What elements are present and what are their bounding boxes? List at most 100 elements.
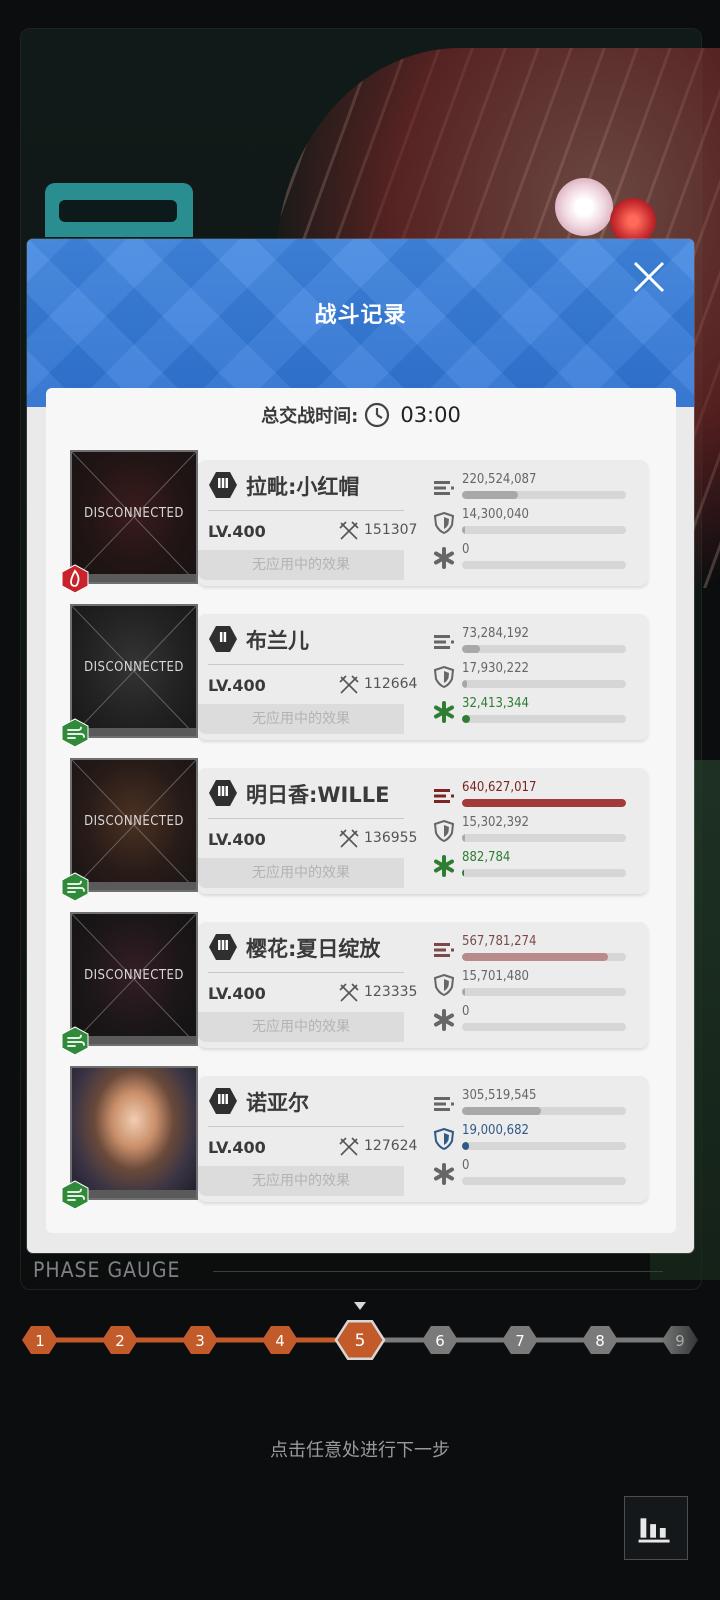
- background-flower-art: [555, 178, 613, 236]
- phase-node-label: 8: [595, 1332, 605, 1350]
- taken-bar-fill: [462, 680, 467, 688]
- taken-value: 15,701,480: [462, 969, 529, 984]
- taken-stat: 15,302,392: [432, 815, 642, 847]
- unit-level: LV.400: [208, 1138, 266, 1157]
- heal-stat: 0: [432, 542, 642, 574]
- unit-name: 诺亚尔: [246, 1091, 309, 1115]
- damage-icon: [432, 784, 456, 808]
- damage-bar: [462, 953, 626, 961]
- heal-bar: [462, 1023, 626, 1031]
- taken-bar-fill: [462, 834, 466, 842]
- phase-gauge-title: PHASE GAUGE: [33, 1258, 181, 1282]
- taken-bar: [462, 680, 626, 688]
- rank-label: Ⅲ: [216, 939, 230, 954]
- heal-icon: [432, 546, 456, 570]
- heal-icon: [432, 700, 456, 724]
- rank-label: Ⅲ: [216, 785, 230, 800]
- unit-card: Ⅲ 诺亚尔 LV.400 127624 无应用中的效果 305,519,545 …: [198, 1076, 648, 1202]
- phase-divider: [213, 1271, 663, 1272]
- effect-status: 无应用中的效果: [198, 1012, 404, 1042]
- shield-icon: [432, 819, 456, 843]
- divider: [208, 818, 404, 819]
- divider: [208, 972, 404, 973]
- unit-power: 112664: [364, 676, 418, 692]
- damage-bar: [462, 645, 626, 653]
- taken-bar: [462, 988, 626, 996]
- damage-icon: [432, 630, 456, 654]
- taken-stat: 15,701,480: [432, 969, 642, 1001]
- portrait-footer: [72, 1190, 196, 1198]
- damage-stat: 73,284,192: [432, 626, 642, 658]
- rank-badge: Ⅱ: [208, 624, 238, 654]
- fire-element-icon: [60, 564, 90, 594]
- damage-value: 640,627,017: [462, 780, 537, 795]
- rank-badge: Ⅲ: [208, 932, 238, 962]
- taken-stat: 17,930,222: [432, 661, 642, 693]
- phase-node: 8: [582, 1326, 618, 1354]
- dialog-body: 总交战时间: 03:00 Ⅲ 拉毗:小红帽 LV.400 151307 无应用中…: [46, 388, 676, 1233]
- damage-bar: [462, 799, 626, 807]
- battle-time: 总交战时间: 03:00: [46, 400, 676, 430]
- crossed-swords-icon: [338, 982, 360, 1004]
- phase-node: 6: [422, 1326, 458, 1354]
- damage-bar: [462, 491, 626, 499]
- portrait-footer: [72, 728, 196, 736]
- damage-bar-fill: [462, 1107, 541, 1115]
- background-tag: [45, 183, 193, 237]
- heal-icon: [432, 1162, 456, 1186]
- damage-value: 305,519,545: [462, 1088, 537, 1103]
- taken-value: 19,000,682: [462, 1123, 529, 1138]
- shield-icon: [432, 665, 456, 689]
- unit-card: Ⅲ 樱花:夏日绽放 LV.400 123335 无应用中的效果 567,781,…: [198, 922, 648, 1048]
- heal-stat: 0: [432, 1004, 642, 1036]
- wind-element-icon: [60, 1026, 90, 1056]
- heal-icon: [432, 854, 456, 878]
- crossed-swords-icon: [338, 1136, 360, 1158]
- damage-stat: 220,524,087: [432, 472, 642, 504]
- crossed-swords-icon: [338, 828, 360, 850]
- unit-card: Ⅲ 明日香:WILLE LV.400 136955 无应用中的效果 640,62…: [198, 768, 648, 894]
- taken-bar-fill: [462, 1142, 469, 1150]
- phase-node: 3: [182, 1326, 218, 1354]
- shield-icon: [432, 511, 456, 535]
- continue-hint[interactable]: 点击任意处进行下一步: [0, 1436, 720, 1462]
- taken-bar-fill: [462, 988, 466, 996]
- divider: [208, 664, 404, 665]
- damage-icon: [432, 938, 456, 962]
- heal-stat: 882,784: [432, 850, 642, 882]
- effect-status: 无应用中的效果: [198, 550, 404, 580]
- taken-bar-fill: [462, 526, 466, 534]
- unit-row[interactable]: Ⅲ 诺亚尔 LV.400 127624 无应用中的效果 305,519,545 …: [61, 1066, 662, 1210]
- unit-card: Ⅱ 布兰儿 LV.400 112664 无应用中的效果 73,284,192 1…: [198, 614, 648, 740]
- damage-value: 73,284,192: [462, 626, 529, 641]
- phase-node-label: 3: [195, 1332, 205, 1350]
- damage-bar: [462, 1107, 626, 1115]
- unit-level: LV.400: [208, 676, 266, 695]
- wind-element-icon: [60, 872, 90, 902]
- heal-bar: [462, 869, 626, 877]
- heal-value: 0: [462, 1158, 470, 1173]
- statistics-button[interactable]: [624, 1496, 688, 1560]
- unit-row[interactable]: Ⅲ 樱花:夏日绽放 LV.400 123335 无应用中的效果 567,781,…: [61, 912, 662, 1056]
- phase-gauge: 123456789: [0, 1300, 720, 1360]
- portrait-footer: [72, 1036, 196, 1044]
- taken-value: 14,300,040: [462, 507, 529, 522]
- unit-row[interactable]: Ⅲ 拉毗:小红帽 LV.400 151307 无应用中的效果 220,524,0…: [61, 450, 662, 594]
- damage-stat: 305,519,545: [432, 1088, 642, 1120]
- heal-bar-fill: [462, 869, 464, 877]
- heal-bar: [462, 715, 626, 723]
- rank-badge: Ⅲ: [208, 470, 238, 500]
- unit-row[interactable]: Ⅱ 布兰儿 LV.400 112664 无应用中的效果 73,284,192 1…: [61, 604, 662, 748]
- divider: [208, 510, 404, 511]
- phase-node-label: 4: [275, 1332, 285, 1350]
- wind-element-icon: [60, 1180, 90, 1210]
- wind-element-icon: [60, 718, 90, 748]
- disconnected-label: DISCONNECTED: [84, 660, 184, 675]
- close-button[interactable]: [631, 259, 667, 295]
- taken-bar: [462, 834, 626, 842]
- unit-name: 布兰儿: [246, 629, 309, 653]
- heal-bar-fill: [462, 715, 471, 723]
- heal-bar: [462, 1177, 626, 1185]
- unit-row[interactable]: Ⅲ 明日香:WILLE LV.400 136955 无应用中的效果 640,62…: [61, 758, 662, 902]
- heal-bar: [462, 561, 626, 569]
